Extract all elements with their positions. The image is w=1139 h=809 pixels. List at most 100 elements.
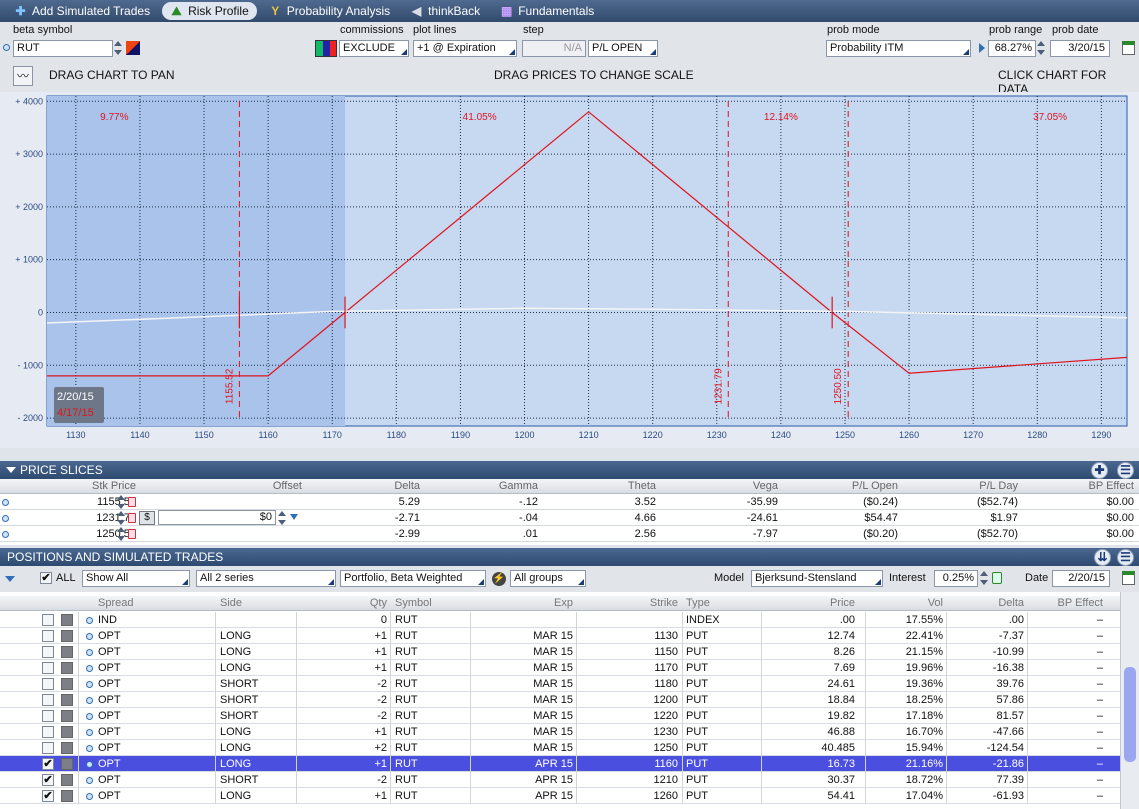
positions-col-header[interactable]: Spread — [95, 595, 215, 611]
position-row[interactable]: ✔ OPT LONG +1 RUT APR 15 1260 PUT 54.41 17.04% -61… — [0, 788, 1120, 804]
lock-icon[interactable] — [128, 497, 136, 507]
row-checkbox[interactable] — [42, 710, 54, 722]
row-group-toggle[interactable] — [61, 646, 73, 658]
row-checkbox[interactable] — [42, 646, 54, 658]
positions-scrollbar[interactable] — [1120, 592, 1139, 809]
row-group-toggle[interactable] — [61, 630, 73, 642]
row-group-toggle[interactable] — [61, 774, 73, 786]
lock-icon[interactable] — [128, 529, 136, 539]
positions-header[interactable]: POSITIONS AND SIMULATED TRADES ⇊ ☰ — [0, 548, 1139, 566]
position-row[interactable]: ✔ OPT LONG +1 RUT APR 15 1160 PUT 16.73 21.16% -21… — [0, 756, 1120, 772]
position-row[interactable]: OPT LONG +1 RUT MAR 15 1170 PUT 7.69 19.96% -16.3… — [0, 660, 1120, 676]
slices-col-header[interactable]: Vega — [658, 478, 780, 494]
price-slices-header[interactable]: PRICE SLICES ✚ ☰ — [0, 461, 1139, 479]
scrollbar-thumb[interactable] — [1124, 667, 1136, 762]
chart-style-icon[interactable]: 〰 — [13, 66, 33, 86]
show-filter-select[interactable]: Show All — [82, 570, 190, 587]
stk-price-spinner[interactable] — [117, 526, 125, 543]
positions-col-header[interactable]: Strike — [577, 595, 681, 611]
row-group-toggle[interactable] — [61, 710, 73, 722]
row-checkbox[interactable]: ✔ — [42, 774, 54, 786]
slices-col-header[interactable]: Delta — [304, 478, 422, 494]
row-group-toggle[interactable] — [61, 790, 73, 802]
slices-col-header[interactable]: Offset — [156, 478, 304, 494]
row-checkbox[interactable]: ✔ — [42, 790, 54, 802]
row-group-toggle[interactable] — [61, 678, 73, 690]
position-row[interactable]: OPT LONG +1 RUT MAR 15 1150 PUT 8.26 21.15% -10.9… — [0, 644, 1120, 660]
prob-range-spinner[interactable] — [1037, 40, 1045, 57]
row-group-toggle[interactable] — [61, 662, 73, 674]
row-checkbox[interactable] — [42, 630, 54, 642]
fundamentals-button[interactable]: ▦ Fundamentals — [492, 2, 602, 20]
prob-date-field[interactable]: 3/20/15 — [1050, 40, 1110, 57]
positions-col-header[interactable]: Vol — [866, 595, 946, 611]
pl-open-select[interactable]: P/L OPEN — [588, 40, 658, 57]
row-group-toggle[interactable] — [61, 726, 73, 738]
step-field[interactable]: N/A — [522, 40, 586, 57]
color-picker-icon[interactable] — [126, 41, 140, 55]
collapse-all-icon[interactable]: ⇊ — [1094, 549, 1111, 566]
positions-col-header[interactable]: Qty — [296, 595, 390, 611]
positions-col-header[interactable]: Symbol — [392, 595, 470, 611]
price-slice-row[interactable]: 1231.79 $ $0 -2.71 -.04 4.66 -24.61 $54.47 $1.97… — [0, 510, 1139, 526]
slices-col-header[interactable]: P/L Day — [900, 478, 1020, 494]
portfolio-select[interactable]: Portfolio, Beta Weighted — [340, 570, 486, 587]
series-filter-select[interactable]: All 2 series — [196, 570, 336, 587]
risk-profile-plot[interactable]: 1130 1140 1150 1160 1170 1180 1190 1200 1210 1220… — [0, 92, 1139, 448]
risk-profile-button[interactable]: ⛰ Risk Profile — [162, 2, 257, 20]
positions-col-header[interactable]: Price — [762, 595, 858, 611]
price-slice-row[interactable]: 1155.52 5.29 -.12 3.52 -35.99 ($0.24) ($52.74)… — [0, 494, 1139, 510]
lightning-icon[interactable]: ⚡ — [492, 572, 506, 586]
slices-col-header[interactable]: Theta — [540, 478, 658, 494]
add-slice-button[interactable]: ✚ — [1091, 462, 1108, 479]
plot-lines-select[interactable]: +1 @ Expiration — [413, 40, 517, 57]
position-row[interactable]: OPT LONG +2 RUT MAR 15 1250 PUT 40.485 15.94% -12… — [0, 740, 1120, 756]
position-row[interactable]: OPT SHORT -2 RUT MAR 15 1200 PUT 18.84 18.25% 57.… — [0, 692, 1120, 708]
position-row[interactable]: ✔ OPT SHORT -2 RUT APR 15 1210 PUT 30.37 18.72% 77… — [0, 772, 1120, 788]
row-checkbox[interactable] — [42, 726, 54, 738]
row-group-toggle[interactable] — [61, 742, 73, 754]
beta-symbol-field[interactable]: RUT — [13, 40, 113, 57]
price-slice-row[interactable]: 1250.50 -2.99.01 2.56 -7.97 ($0.20) ($52.70) $… — [0, 526, 1139, 542]
model-select[interactable]: Bjerksund-Stensland — [751, 570, 883, 587]
select-all-checkbox[interactable]: ✔ — [40, 572, 52, 584]
slices-col-header[interactable]: Stk Price — [10, 478, 138, 494]
position-row[interactable]: OPT LONG +1 RUT MAR 15 1230 PUT 46.88 16.70% -47.… — [0, 724, 1120, 740]
positions-col-header[interactable]: Type — [683, 595, 761, 611]
lock-icon[interactable] — [128, 513, 136, 523]
groups-select[interactable]: All groups — [510, 570, 586, 587]
date-field[interactable]: 2/20/15 — [1052, 570, 1110, 587]
calendar-icon[interactable] — [1122, 41, 1135, 55]
offset-dropdown-icon[interactable] — [290, 514, 298, 520]
stk-price-spinner[interactable] — [117, 494, 125, 511]
beta-symbol-spinner[interactable] — [114, 40, 122, 57]
slices-col-header[interactable]: BP Effect — [1020, 478, 1136, 494]
row-checkbox[interactable]: ✔ — [42, 758, 54, 770]
position-row[interactable]: OPT SHORT -2 RUT MAR 15 1180 PUT 24.61 19.36% 39.… — [0, 676, 1120, 692]
row-group-toggle[interactable] — [61, 758, 73, 770]
row-group-toggle[interactable] — [61, 694, 73, 706]
offset-spinner[interactable] — [278, 510, 286, 527]
add-simulated-trades-button[interactable]: ✚ Add Simulated Trades — [6, 2, 158, 20]
probability-analysis-button[interactable]: Y Probability Analysis — [261, 2, 398, 20]
slices-col-header[interactable]: Gamma — [422, 478, 540, 494]
thinkback-button[interactable]: ◀ thinkBack — [402, 2, 488, 20]
expand-arrow-icon[interactable] — [979, 43, 985, 53]
positions-col-header[interactable]: BP Effect — [1028, 595, 1106, 611]
position-row[interactable]: IND 0 RUT INDEX .00 17.55% .00 – — [0, 612, 1120, 628]
row-checkbox[interactable] — [42, 694, 54, 706]
position-row[interactable]: OPT SHORT -2 RUT MAR 15 1220 PUT 19.82 17.18% 81.… — [0, 708, 1120, 724]
positions-col-header[interactable]: Exp — [472, 595, 576, 611]
dollar-toggle-icon[interactable]: $ — [139, 511, 155, 525]
position-row[interactable]: OPT LONG +1 RUT MAR 15 1130 PUT 12.74 22.41% -7.3… — [0, 628, 1120, 644]
row-checkbox[interactable] — [42, 678, 54, 690]
positions-menu-icon[interactable]: ☰ — [1117, 549, 1134, 566]
collapse-icon[interactable] — [6, 467, 16, 473]
positions-col-header[interactable]: Delta — [947, 595, 1027, 611]
lock-icon[interactable] — [992, 572, 1002, 584]
slices-menu-icon[interactable]: ☰ — [1117, 462, 1134, 479]
row-checkbox[interactable] — [42, 662, 54, 674]
positions-col-header[interactable]: Side — [217, 595, 295, 611]
offset-field[interactable]: $0 — [158, 510, 276, 525]
interest-spinner[interactable] — [980, 570, 988, 587]
